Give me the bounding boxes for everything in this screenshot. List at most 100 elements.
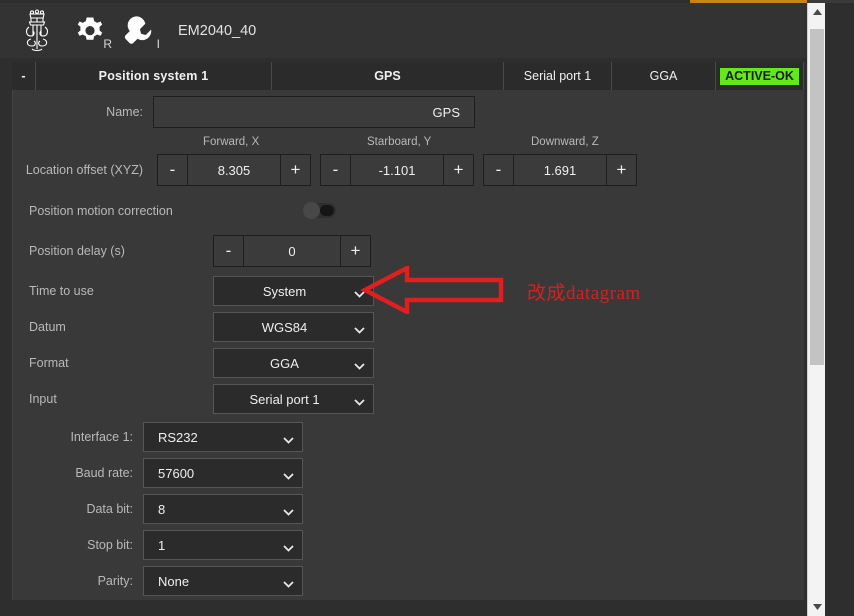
scroll-down-arrow-icon[interactable]	[808, 598, 826, 616]
offset-z-value[interactable]: 1.691	[514, 154, 606, 186]
position-system-form-panel: Name: Forward, X Starboard, Y Downward, …	[12, 90, 804, 600]
motion-correction-toggle[interactable]	[303, 202, 336, 219]
baud-rate-value: 57600	[158, 465, 195, 481]
baud-rate-label: Baud rate:	[75, 466, 133, 480]
time-to-use-label: Time to use	[29, 284, 94, 298]
offset-y-value[interactable]: -1.101	[351, 154, 443, 186]
offset-z-decrement-button[interactable]: -	[483, 154, 514, 186]
row-data-bit: Data bit: 8	[13, 494, 303, 524]
axis-header-y: Starboard, Y	[367, 136, 432, 148]
row-parity: Parity: None	[13, 566, 303, 596]
parity-label: Parity:	[97, 574, 133, 588]
interface-value: RS232	[158, 429, 198, 445]
interface-select[interactable]: RS232	[143, 422, 303, 452]
title-bar: R I EM2040_40	[0, 3, 807, 58]
row-format: Format GGA	[13, 348, 374, 378]
position-delay-spinner: - 0 +	[213, 235, 371, 267]
time-to-use-value: System	[262, 283, 307, 299]
application-window: R I EM2040_40 - Position system 1 GPS Se…	[0, 0, 854, 616]
stop-bit-label: Stop bit:	[87, 538, 133, 552]
position-system-header-strip: - Position system 1 GPS Serial port 1 GG…	[12, 62, 804, 90]
offset-x-increment-button[interactable]: +	[280, 154, 311, 186]
name-label: Name:	[106, 105, 143, 119]
annotation-arrow-icon	[360, 264, 505, 316]
kongsberg-crown-logo-icon	[20, 8, 54, 54]
offset-y-increment-button[interactable]: +	[443, 154, 474, 186]
parity-value: None	[158, 573, 190, 589]
input-label: Input	[29, 392, 57, 406]
position-delay-label: Position delay (s)	[29, 244, 125, 258]
right-gutter	[825, 3, 854, 616]
tab-position-system-1[interactable]: Position system 1	[36, 62, 272, 90]
position-delay-value[interactable]: 0	[244, 235, 340, 267]
row-input: Input Serial port 1	[13, 384, 374, 414]
scroll-up-arrow-icon[interactable]	[808, 3, 826, 21]
offset-y-decrement-button[interactable]: -	[320, 154, 351, 186]
row-time-to-use: Time to use System	[13, 276, 374, 306]
format-value: GGA	[270, 355, 299, 371]
chevron-down-icon	[283, 433, 294, 444]
offset-x-value[interactable]: 8.305	[188, 154, 280, 186]
offset-y-spinner: - -1.101 +	[320, 154, 474, 186]
datum-label: Datum	[29, 320, 66, 334]
status-cell: ACTIVE-OK	[716, 62, 804, 90]
chevron-down-icon	[283, 541, 294, 552]
parity-select[interactable]: None	[143, 566, 303, 596]
data-bit-select[interactable]: 8	[143, 494, 303, 524]
axis-header-z: Downward, Z	[531, 136, 599, 148]
datum-value: WGS84	[261, 319, 308, 335]
time-to-use-select[interactable]: System	[213, 276, 374, 306]
row-interface: Interface 1: RS232	[13, 422, 303, 452]
tab-serial-port[interactable]: Serial port 1	[504, 62, 612, 90]
scrollbar-thumb[interactable]	[810, 29, 824, 365]
offset-x-decrement-button[interactable]: -	[157, 154, 188, 186]
settings-gear-button[interactable]: R	[66, 9, 114, 53]
offset-x-spinner: - 8.305 +	[157, 154, 311, 186]
offset-z-spinner: - 1.691 +	[483, 154, 637, 186]
chevron-down-icon	[283, 469, 294, 480]
status-badge: ACTIVE-OK	[720, 67, 799, 85]
stop-bit-value: 1	[158, 537, 166, 553]
format-select[interactable]: GGA	[213, 348, 374, 378]
vertical-scrollbar[interactable]	[807, 3, 825, 616]
datum-select[interactable]: WGS84	[213, 312, 374, 342]
name-input[interactable]	[153, 96, 475, 128]
device-name-label: EM2040_40	[178, 22, 257, 39]
tab-format[interactable]: GGA	[612, 62, 716, 90]
input-value: Serial port 1	[249, 391, 320, 407]
row-stop-bit: Stop bit: 1	[13, 530, 303, 560]
row-name: Name:	[13, 96, 475, 128]
bottom-strip	[0, 600, 807, 616]
gear-sublabel: R	[103, 36, 112, 51]
axis-header-x: Forward, X	[203, 136, 260, 148]
chevron-down-icon	[354, 323, 365, 334]
location-offset-label: Location offset (XYZ)	[25, 163, 143, 177]
annotation-text: 改成datagram	[527, 283, 641, 304]
chevron-down-icon	[283, 577, 294, 588]
offset-z-increment-button[interactable]: +	[606, 154, 637, 186]
data-bit-value: 8	[158, 501, 166, 517]
toggle-track-fill	[320, 205, 334, 216]
motion-correction-label: Position motion correction	[29, 203, 173, 218]
tools-wrench-button[interactable]: I	[114, 9, 162, 53]
input-select[interactable]: Serial port 1	[213, 384, 374, 414]
row-location-offset: Location offset (XYZ) - 8.305 + - -1.101…	[13, 154, 637, 186]
format-label: Format	[29, 356, 69, 370]
row-motion-correction: Position motion correction	[13, 202, 336, 219]
row-position-delay: Position delay (s) - 0 +	[13, 235, 371, 267]
chevron-down-icon	[283, 505, 294, 516]
chevron-down-icon	[354, 359, 365, 370]
wrench-icon	[124, 15, 152, 44]
tab-sensor-name[interactable]: GPS	[272, 62, 504, 90]
interface-label: Interface 1:	[70, 430, 133, 444]
wrench-sublabel: I	[156, 36, 160, 51]
chevron-down-icon	[354, 395, 365, 406]
toggle-knob	[303, 202, 320, 219]
baud-rate-select[interactable]: 57600	[143, 458, 303, 488]
row-baud-rate: Baud rate: 57600	[13, 458, 303, 488]
row-datum: Datum WGS84	[13, 312, 374, 342]
collapse-toggle-button[interactable]: -	[12, 62, 36, 90]
position-delay-increment-button[interactable]: +	[340, 235, 371, 267]
position-delay-decrement-button[interactable]: -	[213, 235, 244, 267]
stop-bit-select[interactable]: 1	[143, 530, 303, 560]
